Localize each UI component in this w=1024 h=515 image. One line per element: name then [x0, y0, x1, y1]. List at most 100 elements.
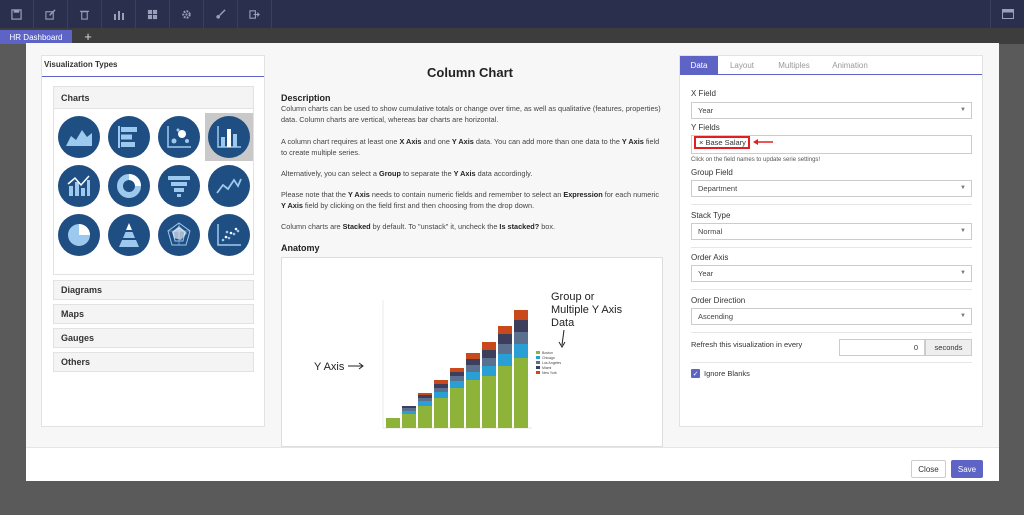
area-chart-icon [66, 130, 92, 146]
pie-chart-type[interactable] [55, 211, 103, 259]
trash-icon[interactable] [68, 0, 102, 28]
column-chart-type[interactable] [205, 113, 253, 161]
y-fields-hint: Click on the field names to update serie… [691, 157, 821, 163]
visualization-modal: Visualization Types Charts Diagrams Maps… [26, 43, 999, 481]
divider [691, 289, 972, 290]
anatomy-bar-segment [514, 344, 528, 358]
anatomy-bar-segment [466, 353, 480, 359]
add-tab-button[interactable]: + [80, 29, 96, 44]
anatomy-bar-segment [498, 334, 512, 344]
order-axis-select[interactable]: Year ▼ [691, 265, 972, 282]
bubble-chart-icon [167, 126, 191, 148]
anatomy-bar-segment [466, 359, 480, 365]
top-toolbar [0, 0, 1024, 28]
donut-chart-type[interactable] [105, 162, 153, 210]
save-button[interactable]: Save [951, 460, 983, 478]
settings-tabs: Data Layout Multiples Animation [680, 56, 982, 75]
pyramid-chart-icon [119, 223, 139, 247]
dashboard-tabs: HR Dashboard + [0, 28, 1024, 44]
legend-label: Boston [542, 351, 553, 355]
section-maps[interactable]: Maps [53, 304, 254, 324]
funnel-chart-type[interactable] [155, 162, 203, 210]
anatomy-bar-segment [482, 358, 496, 366]
anatomy-bar-segment [498, 354, 512, 366]
anatomy-bar-segment [402, 414, 416, 428]
anatomy-bar-segment [434, 398, 448, 428]
scatter-chart-type[interactable] [205, 211, 253, 259]
anatomy-bar-segment [514, 310, 528, 320]
divider [691, 332, 972, 333]
group-annotation-line-3: Data [551, 317, 575, 329]
group-field-label: Group Field [691, 168, 733, 177]
order-direction-select[interactable]: Ascending ▼ [691, 308, 972, 325]
line-chart-type[interactable] [205, 162, 253, 210]
stack-type-label: Stack Type [691, 211, 731, 220]
edit-icon[interactable] [34, 0, 68, 28]
grid-icon[interactable] [136, 0, 170, 28]
description-paragraph-4: Please note that the Y Axis needs to con… [281, 190, 660, 210]
group-field-select[interactable]: Department ▼ [691, 180, 972, 197]
line-chart-icon [216, 178, 242, 194]
scatter-chart-icon [217, 224, 241, 246]
description-paragraph-1: Column charts can be used to show cumula… [281, 104, 661, 124]
save-icon[interactable] [0, 0, 34, 28]
funnel-chart-icon [168, 176, 190, 197]
horizontal-bar-icon [118, 126, 137, 148]
bar-chart-type[interactable] [105, 113, 153, 161]
tab-animation[interactable]: Animation [824, 56, 876, 75]
order-direction-label: Order Direction [691, 296, 746, 305]
bubble-chart-type[interactable] [155, 113, 203, 161]
tab-multiples[interactable]: Multiples [768, 56, 820, 75]
anatomy-bar-segment [514, 332, 528, 344]
refresh-interval-input[interactable]: 0 [839, 339, 925, 356]
description-paragraph-2: A column chart requires at least one X A… [281, 137, 660, 157]
pyramid-chart-type[interactable] [105, 211, 153, 259]
section-diagrams[interactable]: Diagrams [53, 280, 254, 300]
tab-data[interactable]: Data [680, 56, 718, 75]
section-gauges[interactable]: Gauges [53, 328, 254, 348]
ignore-blanks-label: Ignore Blanks [704, 369, 750, 378]
area-chart-type[interactable] [55, 113, 103, 161]
ignore-blanks-checkbox[interactable]: ✓ [691, 369, 700, 378]
stack-type-select[interactable]: Normal ▼ [691, 223, 972, 240]
section-charts[interactable]: Charts [54, 87, 253, 109]
anatomy-bar-segment [514, 358, 528, 428]
red-arrow-icon [753, 139, 773, 145]
pie-chart-icon [68, 224, 90, 246]
brush-icon[interactable] [204, 0, 238, 28]
legend-label: Miami [542, 366, 552, 370]
panel-icon[interactable] [990, 0, 1024, 28]
anatomy-bar-segment [450, 381, 464, 388]
bar-chart-icon[interactable] [102, 0, 136, 28]
gear-icon[interactable] [170, 0, 204, 28]
tab-layout[interactable]: Layout [720, 56, 764, 75]
anatomy-bar-segment [418, 398, 432, 401]
export-icon[interactable] [238, 0, 272, 28]
radar-chart-type[interactable] [155, 211, 203, 259]
anatomy-bar-segment [386, 418, 400, 428]
anatomy-bar-segment [418, 395, 432, 398]
x-field-select[interactable]: Year ▼ [691, 102, 972, 119]
chevron-down-icon: ▼ [960, 270, 966, 276]
description-paragraph-3: Alternatively, you can select a Group to… [281, 169, 533, 178]
anatomy-bar-segment [402, 411, 416, 414]
anatomy-image: Y Axis Boston Chicago Los Angeles Miami New … [281, 257, 663, 447]
tab-hr-dashboard[interactable]: HR Dashboard [0, 30, 72, 44]
combo-chart-icon [67, 175, 90, 196]
section-others[interactable]: Others [53, 352, 254, 372]
charts-section: Charts [53, 86, 254, 275]
visualization-types-panel: Visualization Types Charts Diagrams Maps… [41, 55, 265, 427]
combo-chart-type[interactable] [55, 162, 103, 210]
divider [691, 247, 972, 248]
refresh-unit: seconds [925, 339, 972, 356]
anatomy-bar-segment [482, 350, 496, 358]
y-field-chip-base-salary[interactable]: × Base Salary [694, 136, 750, 149]
chevron-down-icon: ▼ [960, 107, 966, 113]
anatomy-bar-segment [514, 320, 528, 332]
anatomy-bar-segment [402, 406, 416, 408]
chevron-down-icon: ▼ [960, 185, 966, 191]
description-heading: Description [281, 93, 331, 103]
legend-swatch [536, 361, 540, 364]
close-button[interactable]: Close [911, 460, 946, 478]
anatomy-bar-segment [450, 368, 464, 372]
